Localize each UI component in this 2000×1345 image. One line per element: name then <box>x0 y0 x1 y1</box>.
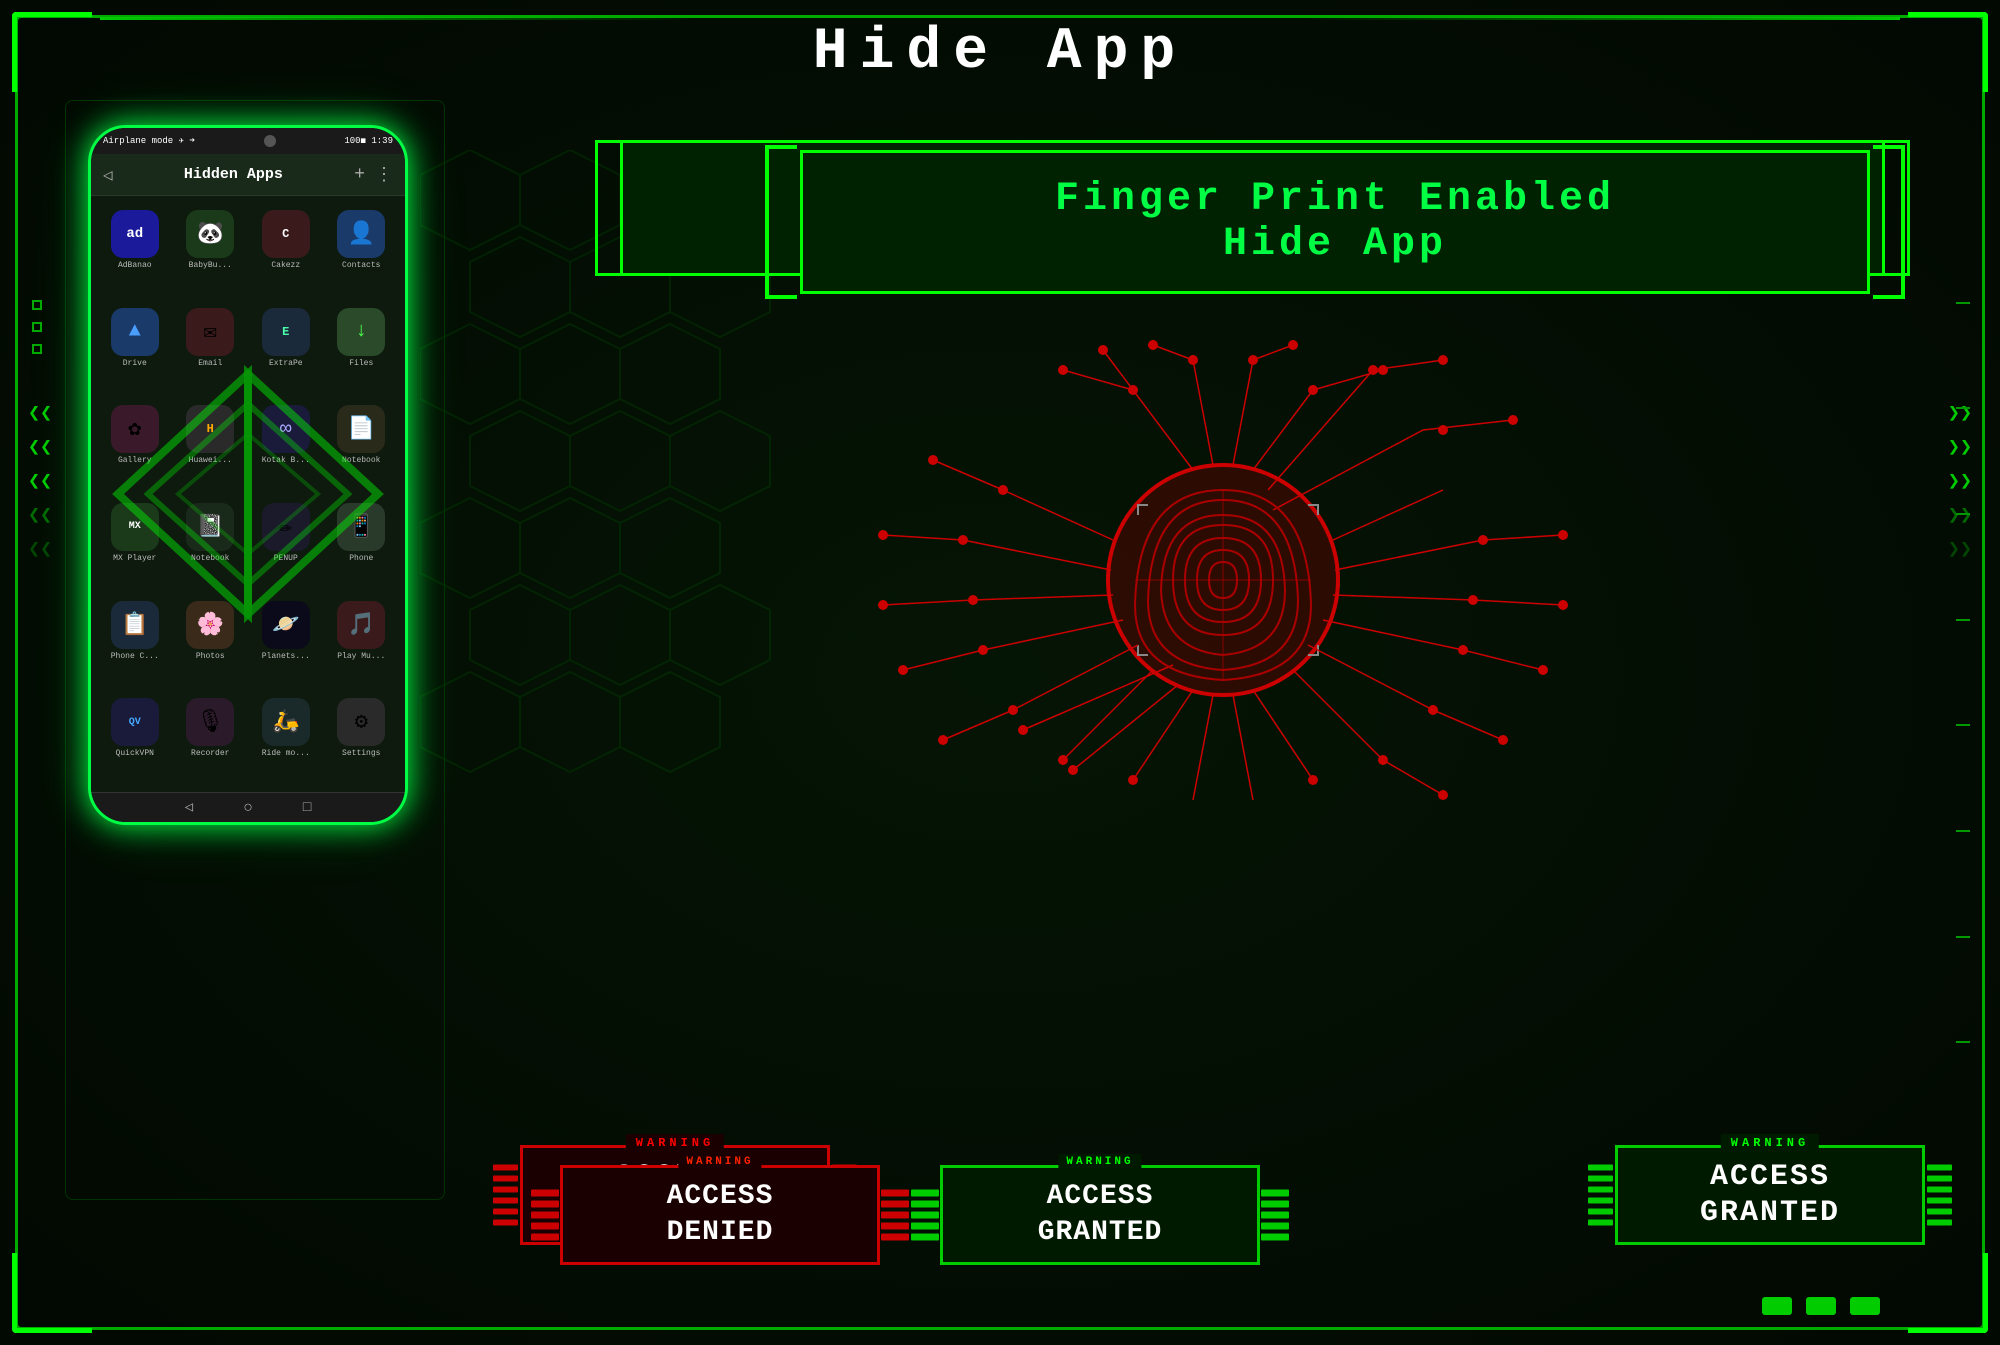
list-item: ↓ Files <box>324 300 400 398</box>
top-bar-right <box>1300 17 1900 20</box>
dot-1 <box>1762 1297 1792 1315</box>
corner-tl <box>12 12 92 92</box>
list-item: H Huawei... <box>173 397 249 495</box>
list-item: ✉ Email <box>173 300 249 398</box>
list-item: 🎙 Recorder <box>173 690 249 788</box>
nav-back-icon: ◁ <box>185 799 193 816</box>
access-denied-absolute: WARNING ACCESSDENIED <box>560 1165 880 1265</box>
access-denied-text: ACCESSDENIED <box>667 1179 774 1252</box>
list-item: 📱 Phone <box>324 495 400 593</box>
list-item: 🎵 Play Mu... <box>324 593 400 691</box>
back-arrow-icon: ◁ <box>103 165 113 185</box>
app-grid: ad AdBanao 🐼 BabyBu... C Cakezz 👤 Contac… <box>91 196 405 794</box>
nav-home-icon: ○ <box>243 799 253 817</box>
fp-main-title-1: Finger Print Enabled <box>843 177 1827 222</box>
phone: Airplane mode ✈ ➜ 100◼ 1:39 ◁ Hidden App… <box>88 125 408 825</box>
top-bar-left <box>100 17 700 20</box>
right-panel: Finger Print Enabled Hide App <box>500 120 1945 1295</box>
menu-icon: ⋮ <box>375 164 393 186</box>
fp-main-title-2: Hide App <box>843 222 1827 267</box>
page-title: Hide App <box>813 20 1187 85</box>
granted-warning-label: WARNING <box>1721 1134 1819 1152</box>
fp-graphic <box>500 320 1945 840</box>
bottom-indicator-dots <box>1762 1297 1880 1315</box>
list-item: E ExtraPe <box>248 300 324 398</box>
list-item: 📓 Notebook <box>173 495 249 593</box>
list-item: 🛵 Ride mo... <box>248 690 324 788</box>
hidden-apps-title: Hidden Apps <box>123 166 345 183</box>
denied-warning-label: WARNING <box>626 1134 724 1152</box>
access-granted-text: ACCESSGRANTED <box>1038 1179 1163 1252</box>
access-granted-absolute: WARNING ACCESSGRANTED <box>940 1165 1260 1265</box>
list-item: MX MX Player <box>97 495 173 593</box>
granted-text: ACCESS GRANTED <box>1700 1159 1840 1231</box>
dot-3 <box>1850 1297 1880 1315</box>
list-item: 📄 Notebook <box>324 397 400 495</box>
left-squares <box>32 300 42 354</box>
status-right: 100◼ 1:39 <box>344 136 393 146</box>
list-item: ∞ Kotak B... <box>248 397 324 495</box>
list-item: 🪐 Planets... <box>248 593 324 691</box>
list-item: 🐼 BabyBu... <box>173 202 249 300</box>
phone-title-bar: ◁ Hidden Apps + ⋮ <box>91 154 405 196</box>
status-center <box>264 135 276 147</box>
fp-svg <box>873 340 1573 820</box>
add-icon: + <box>354 165 365 185</box>
phone-nav-bar: ◁ ○ □ <box>91 792 405 822</box>
list-item: ⚙ Settings <box>324 690 400 788</box>
list-item: 📋 Phone C... <box>97 593 173 691</box>
left-chevrons: ❮❮ ❮❮ ❮❮ ❮❮ ❮❮ <box>28 400 52 562</box>
status-left: Airplane mode ✈ ➜ <box>103 136 195 146</box>
fp-title-main: Finger Print Enabled Hide App <box>800 150 1870 294</box>
right-side-ticks <box>1956 250 1970 1095</box>
nav-recent-icon: □ <box>303 800 311 816</box>
corner-tr <box>1908 12 1988 92</box>
list-item: 👤 Contacts <box>324 202 400 300</box>
list-item: 🌸 Photos <box>173 593 249 691</box>
corner-bl <box>12 1253 92 1333</box>
list-item: C Cakezz <box>248 202 324 300</box>
access-granted-badge: WARNING ACCESS GRANTED <box>1615 1145 1925 1245</box>
list-item: ✿ Gallery <box>97 397 173 495</box>
dot-2 <box>1806 1297 1836 1315</box>
list-item: ✏ PENUP <box>248 495 324 593</box>
phone-status-bar: Airplane mode ✈ ➜ 100◼ 1:39 <box>91 128 405 154</box>
list-item: ▲ Drive <box>97 300 173 398</box>
list-item: QV QuickVPN <box>97 690 173 788</box>
list-item: ad AdBanao <box>97 202 173 300</box>
